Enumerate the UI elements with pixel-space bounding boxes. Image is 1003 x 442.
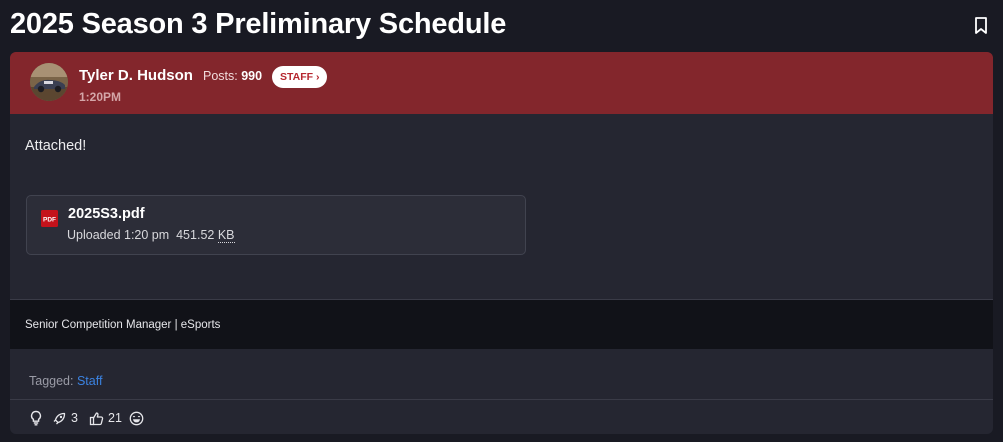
post-body-text: Attached! xyxy=(25,138,87,154)
post-card: Tyler D. Hudson Posts: 990 STAFF › 1:20P… xyxy=(10,52,993,434)
svg-text:PDF: PDF xyxy=(43,217,56,224)
attachment-size-value: 451.52 xyxy=(176,228,215,242)
attachment-size-unit: KB xyxy=(217,228,235,243)
laughing-emoji-icon[interactable] xyxy=(129,410,144,426)
rocket-icon xyxy=(52,411,67,426)
author-name[interactable]: Tyler D. Hudson xyxy=(79,67,193,84)
staff-badge[interactable]: STAFF › xyxy=(272,66,328,88)
avatar[interactable] xyxy=(30,63,68,101)
seen-action[interactable]: 3 xyxy=(52,410,78,426)
post-timestamp[interactable]: 1:20PM xyxy=(79,90,121,104)
attachment-file-name[interactable]: 2025S3.pdf xyxy=(68,206,145,222)
attachment-uploaded-time: Uploaded 1:20 pm xyxy=(67,228,170,242)
title-bar: 2025 Season 3 Preliminary Schedule xyxy=(0,0,1003,52)
thumbs-up-icon xyxy=(89,411,104,426)
tag-link-staff[interactable]: Staff xyxy=(77,374,102,388)
post-count: Posts: 990 xyxy=(203,69,262,83)
post-count-label: Posts: xyxy=(203,69,238,83)
seen-count: 3 xyxy=(71,411,78,425)
post-actions: 3 21 xyxy=(10,400,993,434)
like-count: 21 xyxy=(108,411,122,425)
page-title: 2025 Season 3 Preliminary Schedule xyxy=(10,8,507,40)
attachment-card[interactable]: PDF 2025S3.pdf Uploaded 1:20 pm 451.52 K… xyxy=(26,195,526,255)
lightbulb-icon[interactable] xyxy=(30,410,42,426)
author-signature: Senior Competition Manager | eSports xyxy=(25,319,221,331)
tagged-label: Tagged: xyxy=(29,374,74,388)
like-action[interactable]: 21 xyxy=(89,410,122,426)
attachment-meta: Uploaded 1:20 pm 451.52 KB xyxy=(67,228,235,243)
post-header: Tyler D. Hudson Posts: 990 STAFF › 1:20P… xyxy=(10,52,993,114)
pdf-file-icon: PDF xyxy=(41,210,58,227)
post-tags: Tagged: Staff xyxy=(29,374,102,388)
bookmark-icon[interactable] xyxy=(973,16,989,36)
post-count-value: 990 xyxy=(241,69,263,83)
